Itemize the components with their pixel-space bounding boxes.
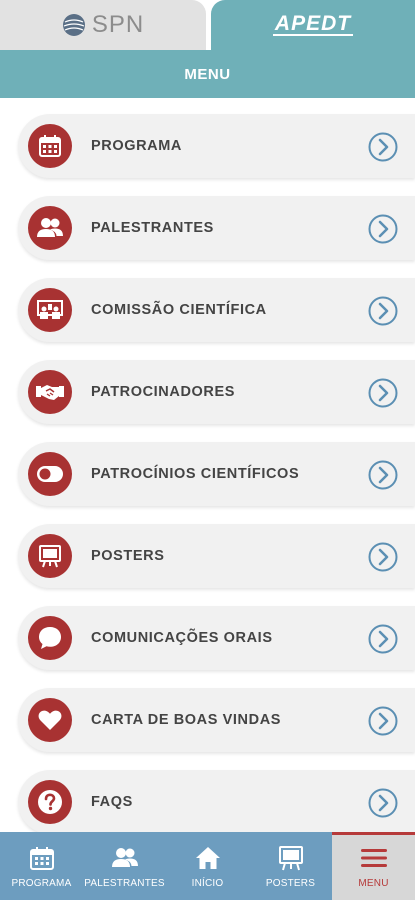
home-icon	[195, 847, 220, 869]
calendar-icon	[29, 847, 54, 870]
chevron-right-icon	[368, 214, 398, 244]
menu-item-label: COMISSÃO CIENTÍFICA	[91, 302, 267, 318]
chevron-right-icon	[368, 706, 398, 736]
menu-item-label: CARTA DE BOAS VINDAS	[91, 712, 282, 728]
tab-spn[interactable]: SPN	[0, 0, 206, 50]
globe-logo-icon	[62, 14, 85, 36]
calendar-icon	[28, 124, 72, 168]
nav-menu[interactable]: MENU	[332, 832, 415, 900]
speech-bubble-icon	[28, 616, 72, 660]
chevron-right-icon	[368, 378, 398, 408]
page-title: MENU	[184, 65, 231, 83]
menu-header: MENU	[0, 50, 415, 98]
menu-item-posters[interactable]: POSTERS	[18, 524, 415, 588]
people-icon	[28, 206, 72, 250]
menu-item-programa[interactable]: PROGRAMA	[18, 114, 415, 178]
chevron-right-icon	[368, 460, 398, 490]
menu-item-faqs[interactable]: FAQS	[18, 770, 415, 832]
tab-apedt[interactable]: APEDT	[211, 0, 415, 50]
bottom-nav: PROGRAMA PALESTRANTES INÍCIO POSTERS MEN…	[0, 832, 415, 900]
nav-label: INÍCIO	[191, 878, 224, 889]
menu-item-patrocinadores[interactable]: PATROCINADORES	[18, 360, 415, 424]
committee-icon	[28, 288, 72, 332]
heart-icon	[28, 698, 72, 742]
nav-posters[interactable]: POSTERS	[249, 832, 332, 900]
nav-label: MENU	[358, 878, 389, 889]
chevron-right-icon	[368, 296, 398, 326]
nav-inicio[interactable]: INÍCIO	[166, 832, 249, 900]
menu-item-label: FAQS	[91, 794, 133, 810]
tab-bar: SPN APEDT	[0, 0, 415, 50]
menu-item-comunicacoes-orais[interactable]: COMUNICAÇÕES ORAIS	[18, 606, 415, 670]
easel-icon	[278, 846, 303, 871]
tab-apedt-label: APEDT	[272, 12, 354, 36]
people-icon	[111, 848, 138, 867]
chevron-right-icon	[368, 542, 398, 572]
menu-item-label: PROGRAMA	[91, 138, 182, 154]
menu-item-carta-de-boas-vindas[interactable]: CARTA DE BOAS VINDAS	[18, 688, 415, 752]
menu-item-label: POSTERS	[91, 548, 165, 564]
menu-item-label: PALESTRANTES	[91, 220, 214, 236]
toggle-icon	[28, 452, 72, 496]
nav-label: PALESTRANTES	[84, 878, 165, 889]
chevron-right-icon	[368, 624, 398, 654]
menu-item-label: COMUNICAÇÕES ORAIS	[91, 630, 273, 646]
hamburger-icon	[360, 849, 387, 867]
nav-label: POSTERS	[265, 878, 316, 889]
nav-label: PROGRAMA	[11, 878, 72, 889]
tab-spn-label: SPN	[91, 11, 145, 38]
chevron-right-icon	[368, 132, 398, 162]
chevron-right-icon	[368, 788, 398, 818]
menu-item-patrocinios-cientificos[interactable]: PATROCÍNIOS CIENTÍFICOS	[18, 442, 415, 506]
easel-icon	[28, 534, 72, 578]
nav-palestrantes[interactable]: PALESTRANTES	[83, 832, 166, 900]
menu-item-palestrantes[interactable]: PALESTRANTES	[18, 196, 415, 260]
menu-list: PROGRAMA PALESTRANTES COMISSÃO CIENTÍFIC…	[0, 98, 415, 832]
nav-programa[interactable]: PROGRAMA	[0, 832, 83, 900]
handshake-icon	[28, 370, 72, 414]
menu-item-label: PATROCINADORES	[91, 384, 236, 400]
menu-item-label: PATROCÍNIOS CIENTÍFICOS	[91, 466, 300, 482]
question-icon	[28, 780, 72, 824]
menu-item-comissao-cientifica[interactable]: COMISSÃO CIENTÍFICA	[18, 278, 415, 342]
